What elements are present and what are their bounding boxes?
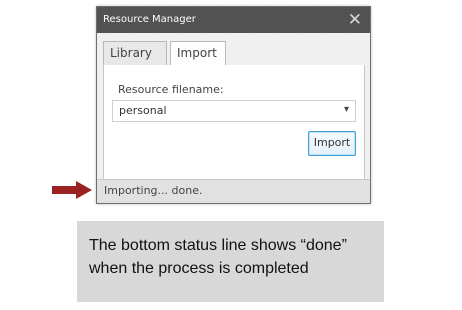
resource-filename-label: Resource filename:: [118, 83, 224, 96]
resource-manager-window: Resource Manager ✕ Library Import Resour…: [96, 6, 371, 204]
tab-strip: Library Import: [103, 41, 365, 66]
import-panel: Resource filename: personal ▾ Import: [103, 65, 365, 180]
status-text: Importing... done.: [104, 184, 203, 197]
import-button[interactable]: Import: [308, 131, 356, 156]
arrow-head: [76, 181, 92, 199]
close-icon[interactable]: ✕: [348, 10, 362, 30]
status-bar: Importing... done.: [97, 179, 370, 203]
window-titlebar[interactable]: Resource Manager ✕: [97, 7, 370, 33]
selected-value: personal: [119, 104, 167, 117]
arrow-shaft: [52, 186, 76, 194]
tab-import[interactable]: Import: [170, 41, 226, 65]
window-title: Resource Manager: [103, 14, 196, 25]
annotation-callout: The bottom status line shows “done” when…: [77, 221, 384, 302]
chevron-down-icon[interactable]: ▾: [344, 104, 349, 115]
arrow-right-icon: [52, 181, 92, 199]
tab-library[interactable]: Library: [103, 41, 167, 65]
resource-filename-select[interactable]: personal ▾: [112, 100, 356, 122]
